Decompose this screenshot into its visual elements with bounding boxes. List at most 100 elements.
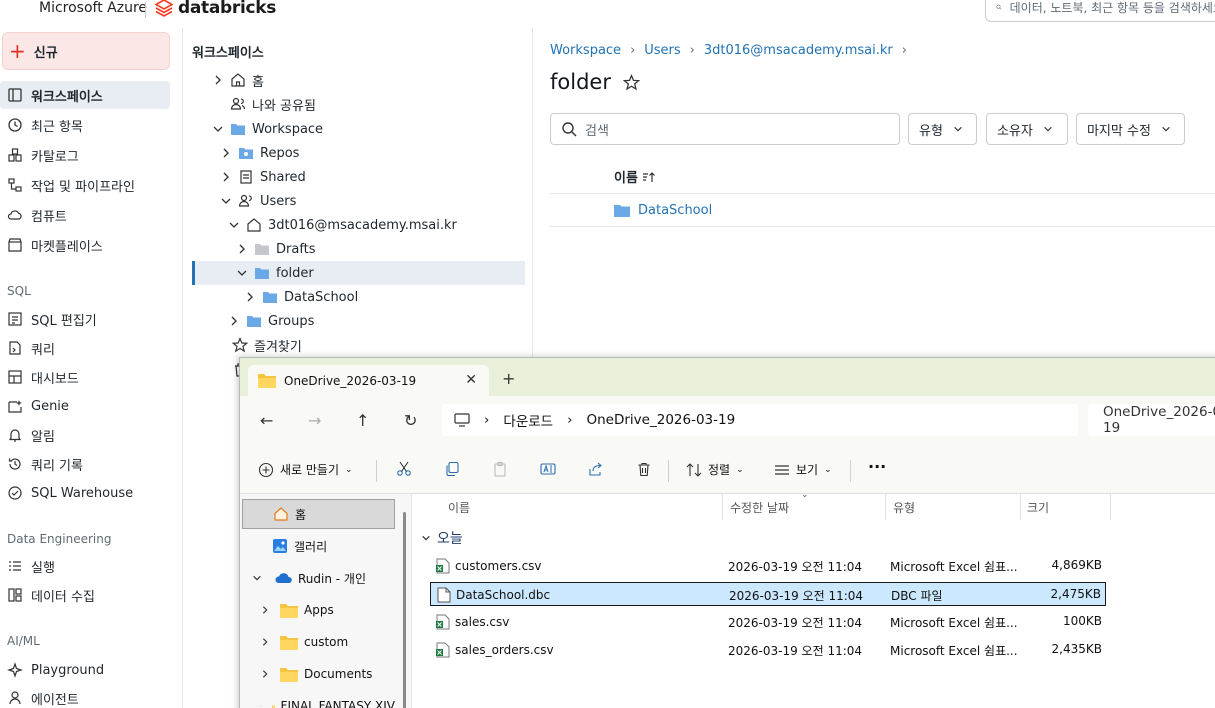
filter-owner-dropdown[interactable]: 소유자 — [986, 113, 1068, 145]
tree-item-folder[interactable]: folder — [192, 261, 525, 285]
column-header-type[interactable]: 유형 — [893, 499, 915, 516]
nav-item-workspace[interactable]: 워크스페이스 — [0, 81, 170, 109]
column-header-size[interactable]: 크기 — [1027, 499, 1049, 516]
column-divider[interactable] — [722, 494, 723, 520]
new-button[interactable]: + 신규 — [2, 32, 170, 70]
nav-item-dashboards[interactable]: 대시보드 — [0, 363, 170, 391]
tree-item-repos[interactable]: Repos — [220, 141, 299, 165]
copy-icon[interactable] — [444, 461, 460, 477]
folder-link-dataschool[interactable]: DataSchool — [614, 203, 712, 218]
tree-item-shared-with-me[interactable]: 나와 공유됨 — [230, 92, 316, 116]
nav-item-genie[interactable]: Genie — [0, 392, 170, 420]
chevron-down-icon[interactable] — [228, 219, 240, 231]
tree-item-groups[interactable]: Groups — [228, 309, 314, 333]
address-segment-folder[interactable]: OneDrive_2026-03-19 — [587, 412, 736, 428]
cut-icon[interactable] — [396, 461, 412, 477]
chevron-right-icon[interactable] — [260, 701, 262, 708]
nav-final-fantasy[interactable]: FINAL FANTASY XIV — [242, 691, 395, 708]
tree-item-shared[interactable]: Shared — [220, 165, 306, 189]
explorer-tab[interactable]: OneDrive_2026-03-19 ✕ — [248, 365, 489, 396]
tree-item-users[interactable]: Users — [220, 189, 296, 213]
breadcrumb-workspace[interactable]: Workspace — [550, 43, 621, 58]
nav-home[interactable]: 홈 — [242, 499, 395, 529]
filter-type-dropdown[interactable]: 유형 — [908, 113, 977, 145]
chevron-down-icon[interactable] — [236, 267, 248, 279]
more-options-icon[interactable]: ··· — [868, 457, 886, 476]
chevron-right-icon[interactable] — [244, 291, 256, 303]
forward-arrow-icon[interactable]: → — [308, 411, 321, 430]
file-row[interactable]: customers.csv 2026-03-19 오전 11:04 Micros… — [430, 554, 1106, 578]
chevron-down-icon[interactable] — [220, 195, 232, 207]
group-header-today[interactable]: 오늘 — [421, 528, 463, 548]
tree-item-drafts[interactable]: Drafts — [236, 237, 316, 261]
column-divider[interactable] — [1110, 494, 1111, 520]
nav-item-playground[interactable]: Playground — [0, 656, 170, 684]
tree-item-dataschool[interactable]: DataSchool — [244, 285, 358, 309]
azure-label[interactable]: Microsoft Azure — [39, 0, 147, 16]
chevron-down-icon[interactable] — [252, 573, 262, 583]
folder-search-input[interactable]: 검색 — [550, 113, 900, 145]
nav-item-alerts[interactable]: 알림 — [0, 421, 170, 449]
nav-documents[interactable]: Documents — [242, 659, 395, 689]
column-name-header[interactable]: 이름 — [614, 167, 656, 186]
tree-item-favorites[interactable]: 즐겨찾기 — [232, 333, 302, 357]
up-arrow-icon[interactable]: ↑ — [356, 411, 369, 430]
table-row[interactable]: DataSchool — [550, 194, 1215, 227]
address-segment-downloads[interactable]: 다운로드 — [503, 410, 553, 430]
refresh-icon[interactable]: ↻ — [404, 411, 417, 430]
nav-apps[interactable]: Apps — [242, 595, 395, 625]
chevron-right-icon[interactable] — [212, 74, 224, 86]
close-icon[interactable]: ✕ — [465, 372, 477, 388]
nav-item-compute[interactable]: 컴퓨트 — [0, 201, 170, 229]
nav-item-sql-editor[interactable]: SQL 편집기 — [0, 305, 170, 333]
chevron-right-icon[interactable] — [236, 243, 248, 255]
tree-item-home[interactable]: 홈 — [212, 68, 264, 92]
nav-onedrive[interactable]: Rudin - 개인 — [242, 563, 395, 593]
tree-item-user-home[interactable]: 3dt016@msacademy.msai.kr — [228, 213, 457, 237]
view-button[interactable]: 보기 ⌄ — [774, 461, 832, 478]
column-divider[interactable] — [1020, 494, 1021, 520]
nav-item-query-history[interactable]: 쿼리 기록 — [0, 450, 170, 478]
chevron-down-icon[interactable] — [212, 123, 224, 135]
nav-gallery[interactable]: 갤러리 — [242, 531, 395, 561]
nav-item-agents[interactable]: 에이전트 — [0, 684, 170, 708]
new-item-button[interactable]: 새로 만들기 ⌄ — [258, 461, 353, 478]
breadcrumb-user-email[interactable]: 3dt016@msacademy.msai.kr — [704, 43, 893, 58]
breadcrumb-users[interactable]: Users — [644, 43, 680, 58]
chevron-right-icon[interactable] — [260, 605, 270, 615]
chevron-right-icon[interactable] — [260, 669, 270, 679]
paste-icon[interactable] — [492, 461, 508, 477]
filter-last-modified-dropdown[interactable]: 마지막 수정 — [1076, 113, 1185, 145]
nav-item-data-ingestion[interactable]: 데이터 수집 — [0, 581, 170, 609]
nav-item-runs[interactable]: 실행 — [0, 552, 170, 580]
chevron-right-icon[interactable] — [228, 315, 240, 327]
nav-item-sql-warehouse[interactable]: SQL Warehouse — [0, 479, 170, 507]
chevron-right-icon[interactable] — [220, 171, 232, 183]
column-header-modified[interactable]: 수정한 날짜 — [730, 499, 789, 516]
global-search-input[interactable]: 데이터, 노트북, 최근 항목 등을 검색하세요 — [985, 0, 1215, 22]
file-row[interactable]: sales_orders.csv 2026-03-19 오전 11:04 Mic… — [430, 638, 1106, 662]
share-icon[interactable] — [588, 461, 604, 477]
nav-item-marketplace[interactable]: 마켓플레이스 — [0, 231, 170, 259]
new-tab-icon[interactable]: + — [502, 369, 515, 388]
tree-item-workspace[interactable]: Workspace — [212, 117, 323, 141]
back-arrow-icon[interactable]: ← — [260, 411, 273, 430]
delete-icon[interactable] — [636, 461, 652, 477]
nav-pane-scrollbar[interactable] — [403, 512, 406, 708]
address-path-input[interactable]: › 다운로드 › OneDrive_2026-03-19 — [442, 404, 1078, 436]
chevron-right-icon[interactable] — [220, 147, 232, 159]
nav-item-catalog[interactable]: 카탈로그 — [0, 141, 170, 169]
nav-item-workflows[interactable]: 작업 및 파이프라인 — [0, 171, 170, 199]
column-divider[interactable] — [885, 494, 886, 520]
favorite-star-icon[interactable] — [622, 73, 640, 91]
file-row-selected[interactable]: DataSchool.dbc 2026-03-19 오전 11:04 DBC 파… — [430, 582, 1106, 606]
rename-icon[interactable] — [540, 461, 556, 477]
column-header-name[interactable]: 이름 — [448, 499, 470, 516]
explorer-search-input[interactable]: OneDrive_2026-03-19 — [1088, 404, 1215, 436]
chevron-right-icon[interactable] — [260, 637, 270, 647]
file-row[interactable]: sales.csv 2026-03-19 오전 11:04 Microsoft … — [430, 610, 1106, 634]
nav-custom[interactable]: custom — [242, 627, 395, 657]
sort-button[interactable]: 정렬 ⌄ — [686, 461, 744, 478]
databricks-logo[interactable]: databricks — [155, 0, 276, 18]
nav-item-recents[interactable]: 최근 항목 — [0, 111, 170, 139]
